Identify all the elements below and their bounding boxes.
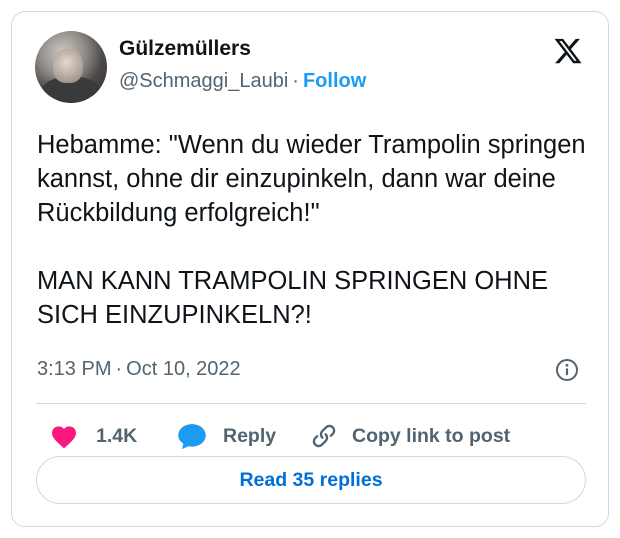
read-replies-button[interactable]: Read 35 replies [36, 456, 586, 504]
info-icon[interactable] [555, 358, 579, 382]
action-bar: 1.4K Reply Copy link to post [36, 420, 586, 452]
author-handle[interactable]: @Schmaggi_Laubi [119, 70, 288, 92]
heart-icon [51, 426, 77, 449]
tweet-paragraph: MAN KANN TRAMPOLIN SPRINGEN OHNE SICH EI… [37, 267, 549, 329]
tweet-timestamp[interactable]: 3:13 PM · Oct 10, 2022 [37, 358, 241, 381]
avatar[interactable] [35, 31, 107, 103]
x-logo-icon[interactable] [552, 36, 584, 66]
copy-link-button[interactable]: Copy link to post [310, 420, 510, 452]
reply-button[interactable]: Reply [177, 420, 276, 452]
reply-label: Reply [223, 424, 277, 447]
tweet-card: Gülzemüllers @Schmaggi_Laubi · Follow Heba… [11, 11, 609, 527]
timestamp-separator: · [115, 358, 123, 380]
author-display-name[interactable]: Gülzemüllers [119, 37, 251, 61]
copy-link-label: Copy link to post [352, 424, 511, 447]
read-replies-label: Read 35 replies [239, 468, 383, 491]
link-icon [312, 424, 336, 448]
tweet-paragraph: Hebamme: "Wenn du wieder Trampolin sprin… [37, 131, 586, 227]
like-count: 1.4K [96, 424, 138, 447]
tweet-text: Hebamme: "Wenn du wieder Trampolin sprin… [37, 128, 597, 332]
speech-bubble-icon [178, 424, 206, 450]
like-button[interactable]: 1.4K [50, 420, 137, 452]
author-handle-row: @Schmaggi_Laubi · Follow [119, 70, 366, 93]
divider [36, 403, 586, 404]
tweet-date: Oct 10, 2022 [126, 358, 241, 380]
follow-button[interactable]: Follow [303, 70, 366, 92]
avatar-face [53, 49, 83, 83]
tweet-time: 3:13 PM [37, 358, 112, 380]
handle-separator: · [292, 70, 299, 92]
